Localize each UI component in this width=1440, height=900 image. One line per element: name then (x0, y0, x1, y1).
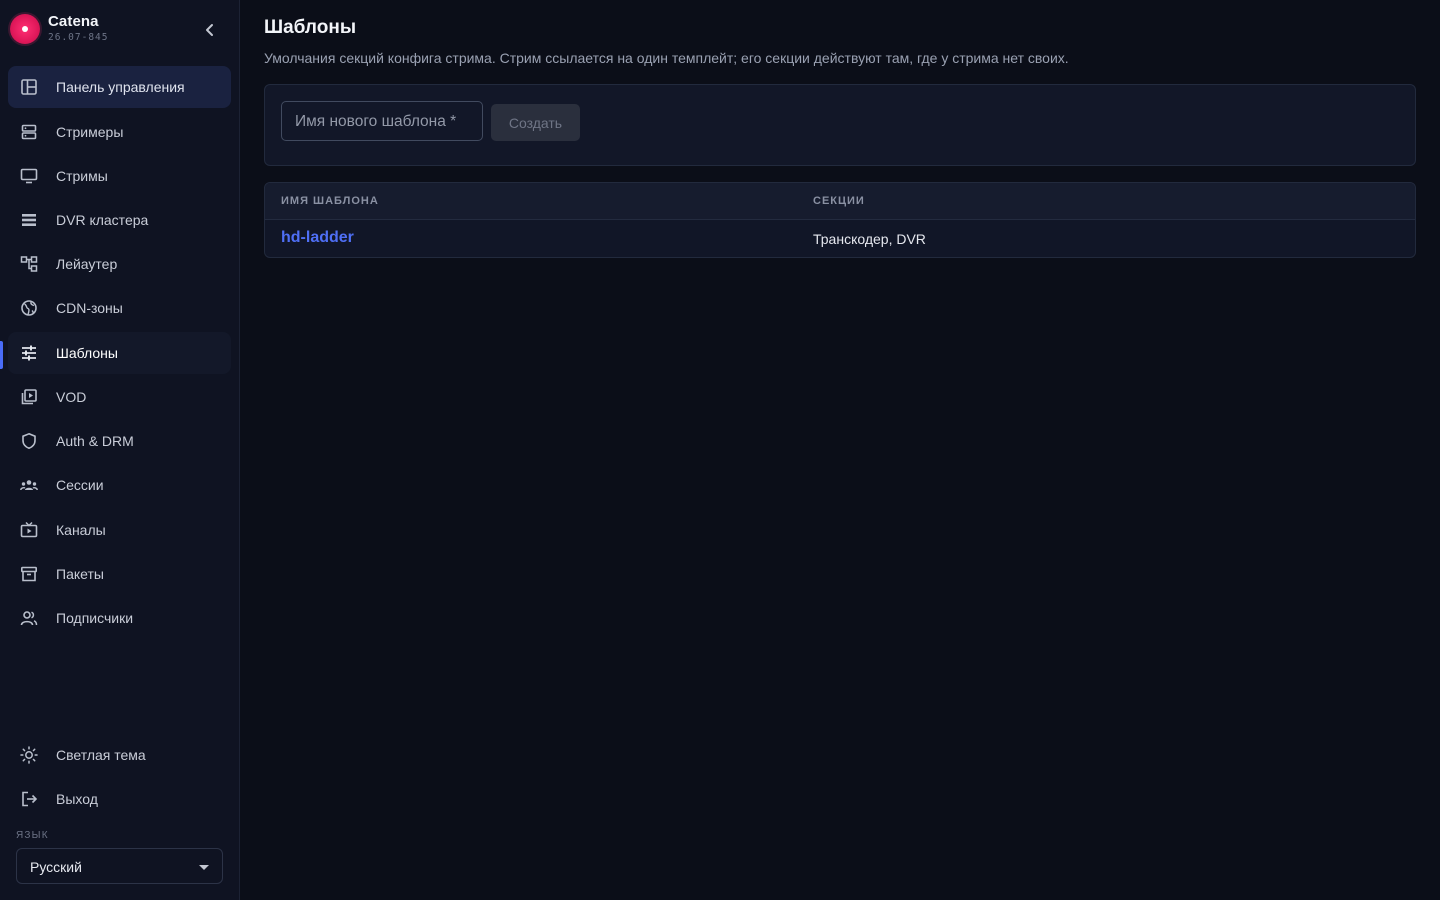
sidebar-item-packages[interactable]: Пакеты (8, 553, 231, 595)
sidebar-item-label: Лейаутер (56, 256, 118, 272)
language-select[interactable]: Русский (16, 848, 223, 884)
sidebar-item-label: Сессии (56, 477, 104, 493)
language-value: Русский (30, 859, 82, 875)
language-label: ЯЗЫК (16, 830, 49, 841)
sun-icon (20, 746, 38, 764)
active-indicator (0, 341, 3, 369)
sidebar-item-label: Стримеры (56, 124, 124, 140)
sidebar-item-cluster-dvr[interactable]: DVR кластера (8, 199, 231, 241)
sidebar-item-label: Шаблоны (56, 345, 118, 361)
sidebar-item-dashboard[interactable]: Панель управления (8, 66, 231, 108)
sidebar-item-channels[interactable]: Каналы (8, 509, 231, 551)
caret-down-icon (199, 865, 209, 870)
server-icon (21, 124, 37, 140)
sidebar-item-sessions[interactable]: Сессии (8, 464, 231, 506)
sidebar-item-streams[interactable]: Стримы (8, 155, 231, 197)
sidebar-item-label: Подписчики (56, 610, 134, 626)
users-icon (20, 611, 38, 626)
sidebar-item-layouter[interactable]: Лейаутер (8, 243, 231, 285)
templates-table: ИМЯ ШАБЛОНА СЕКЦИИ hd-ladder Транскодер,… (264, 182, 1416, 258)
new-template-name-input[interactable]: Имя нового шаблона * (281, 101, 483, 141)
light-theme-toggle[interactable]: Светлая тема (8, 734, 231, 776)
table-header: ИМЯ ШАБЛОНА СЕКЦИИ (265, 183, 1415, 220)
storage-list-icon (22, 214, 36, 226)
sidebar-item-vod[interactable]: VOD (8, 376, 231, 418)
sidebar-item-label: VOD (56, 389, 87, 405)
page-description: Умолчания секций конфига стрима. Стрим с… (264, 50, 1069, 66)
input-placeholder: Имя нового шаблона * (295, 113, 457, 130)
tv-icon (20, 521, 38, 538)
create-template-card: Имя нового шаблона * Создать (264, 84, 1416, 166)
sidebar-item-cdn-zones[interactable]: CDN-зоны (8, 287, 231, 329)
globe-icon (21, 300, 37, 316)
sidebar-item-label: Выход (56, 791, 98, 807)
sidebar-item-label: DVR кластера (56, 212, 149, 228)
template-sections: Транскодер, DVR (813, 231, 926, 247)
sidebar-item-streamers[interactable]: Стримеры (8, 111, 231, 153)
sidebar-item-label: Пакеты (56, 566, 104, 582)
chevron-left-icon (206, 24, 213, 36)
brand-version: 26.07-845 (48, 32, 109, 43)
column-header-name: ИМЯ ШАБЛОНА (281, 195, 379, 207)
sidebar-item-label: Auth & DRM (56, 433, 134, 449)
video-library-icon (21, 389, 37, 405)
sliders-icon (22, 345, 36, 361)
column-header-sections: СЕКЦИИ (813, 195, 865, 207)
main-content: Шаблоны Умолчания секций конфига стрима.… (240, 0, 1440, 900)
sidebar-item-label: CDN-зоны (56, 300, 123, 316)
sidebar-item-label: Стримы (56, 168, 108, 184)
shield-icon (22, 432, 36, 450)
archive-icon (20, 566, 37, 582)
sidebar-item-templates[interactable]: Шаблоны (8, 332, 231, 374)
template-name-link[interactable]: hd-ladder (281, 229, 354, 247)
sidebar: Catena 26.07-845 Панель управления Стрим… (0, 0, 240, 900)
monitor-icon (20, 168, 38, 184)
page-title: Шаблоны (264, 17, 357, 38)
sidebar-item-label: Панель управления (56, 79, 185, 95)
sidebar-item-label: Светлая тема (56, 747, 146, 763)
brand-logo-icon (10, 14, 40, 44)
brand-name: Catena (48, 13, 99, 30)
table-row: hd-ladder Транскодер, DVR (265, 220, 1415, 257)
sidebar-item-auth-drm[interactable]: Auth & DRM (8, 420, 231, 462)
logout-button[interactable]: Выход (8, 778, 231, 820)
dashboard-icon (21, 79, 37, 95)
layout-tree-icon (20, 256, 38, 272)
sidebar-item-subscribers[interactable]: Подписчики (8, 597, 231, 639)
create-button[interactable]: Создать (491, 104, 580, 141)
collapse-sidebar-button[interactable] (196, 16, 224, 44)
sidebar-item-label: Каналы (56, 522, 106, 538)
logout-icon (22, 791, 38, 807)
group-icon (20, 480, 38, 491)
